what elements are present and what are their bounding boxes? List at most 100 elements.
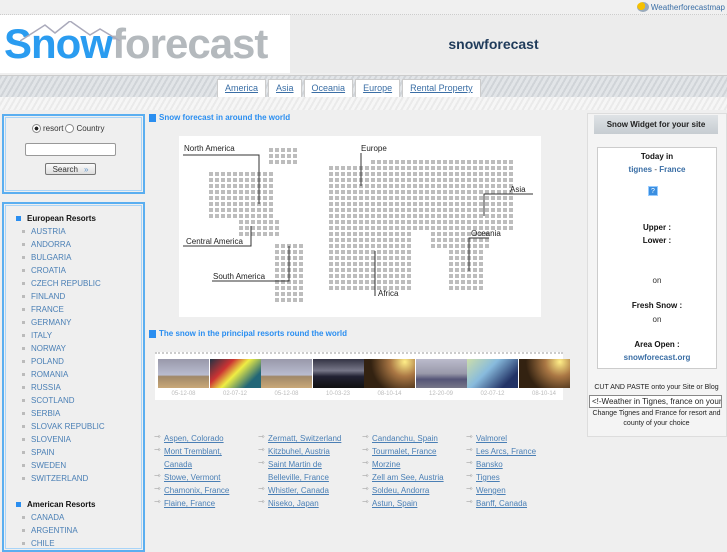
map-dot <box>407 160 411 164</box>
tab-rental-property[interactable]: Rental Property <box>402 79 481 97</box>
resort-link[interactable]: Wengen <box>476 484 554 497</box>
resort-country-link[interactable]: SCOTLAND <box>22 396 75 405</box>
map-dot <box>245 202 249 206</box>
map-dot <box>467 190 471 194</box>
arrow-icon: ⇾ <box>154 445 161 454</box>
resort-link[interactable]: Les Arcs, France <box>476 445 554 458</box>
map-dot <box>383 280 387 284</box>
resort-link[interactable]: Whistler, Canada <box>268 484 346 497</box>
tab-asia[interactable]: Asia <box>268 79 302 97</box>
resort-link[interactable]: Kitzbuhel, Austria <box>268 445 346 458</box>
resort-photo[interactable] <box>312 359 364 388</box>
map-dot <box>461 196 465 200</box>
resort-link[interactable]: Niseko, Japan <box>268 497 346 510</box>
resort-photo[interactable] <box>209 359 261 388</box>
map-dot <box>371 202 375 206</box>
map-dot <box>209 184 213 188</box>
resort-country-link[interactable]: FINLAND <box>22 292 65 301</box>
resort-link[interactable]: Valmorel <box>476 432 554 445</box>
resort-link[interactable]: Chamonix, France <box>164 484 242 497</box>
resort-link[interactable]: Flaine, France <box>164 497 242 510</box>
nav-tabs: America Asia Oceania Europe Rental Prope… <box>217 79 481 97</box>
map-dot <box>431 214 435 218</box>
resort-country-link[interactable]: CROATIA <box>22 266 66 275</box>
resort-link[interactable]: Mont Tremblant, Canada <box>164 445 242 471</box>
map-dot <box>281 250 285 254</box>
resort-photo[interactable] <box>158 359 209 388</box>
map-dot <box>497 202 501 206</box>
resort-link[interactable]: Zell am See, Austria <box>372 471 450 484</box>
country-radio[interactable] <box>65 124 75 133</box>
resort-link[interactable]: Tourmalet, France <box>372 445 450 458</box>
resort-photo[interactable] <box>415 359 467 388</box>
map-dot <box>377 232 381 236</box>
tab-america[interactable]: America <box>217 79 267 97</box>
resort-link[interactable]: Tignes <box>476 471 554 484</box>
resort-country-link[interactable]: CANADA <box>22 513 64 522</box>
tab-europe[interactable]: Europe <box>355 79 401 97</box>
resort-country-link[interactable]: ITALY <box>22 331 52 340</box>
resort-link[interactable]: Morzine <box>372 458 450 471</box>
resort-link[interactable]: Astun, Spain <box>372 497 450 510</box>
resort-link[interactable]: Aspen, Colorado <box>164 432 242 445</box>
resort-link[interactable]: Saint Martin de Belleville, France <box>268 458 346 484</box>
search-button[interactable]: Search » <box>45 163 96 175</box>
resort-photo[interactable] <box>518 359 570 388</box>
resort-country-link[interactable]: SWEDEN <box>22 461 66 470</box>
photo-date: 05-12-08 <box>171 391 196 397</box>
resort-country-link[interactable]: SPAIN <box>22 448 54 457</box>
resort-link[interactable]: Soldeu, Andorra <box>372 484 450 497</box>
map-dot <box>275 268 279 272</box>
world-map[interactable]: North America Europe Asia Central Americ… <box>179 136 541 317</box>
resort-country-link[interactable]: SLOVAK REPUBLIC <box>22 422 105 431</box>
resort-link[interactable]: Bansko <box>476 458 554 471</box>
country-link[interactable]: France <box>659 165 685 174</box>
separator: - <box>654 165 657 174</box>
resort-photo[interactable] <box>261 359 312 388</box>
resort-country-link[interactable]: NORWAY <box>22 344 66 353</box>
resort-country-link[interactable]: BULGARIA <box>22 253 71 262</box>
resort-country-link[interactable]: CZECH REPUBLIC <box>22 279 101 288</box>
map-dot <box>407 166 411 170</box>
map-dot <box>449 262 453 266</box>
resort-photo[interactable] <box>364 359 415 388</box>
resort-link[interactable]: Banff, Canada <box>476 497 554 510</box>
tab-oceania[interactable]: Oceania <box>303 79 354 97</box>
resort-country-link[interactable]: SWITZERLAND <box>22 474 88 483</box>
map-dot <box>461 184 465 188</box>
resort-link[interactable]: Candanchu, Spain <box>372 432 450 445</box>
resort-country-link[interactable]: RUSSIA <box>22 383 61 392</box>
resort-country-link[interactable]: FRANCE <box>22 305 64 314</box>
resort-country-link[interactable]: SLOVENIA <box>22 435 71 444</box>
resort-country-link[interactable]: ANDORRA <box>22 240 71 249</box>
map-dot <box>365 178 369 182</box>
resort-country-link[interactable]: ROMANIA <box>22 370 68 379</box>
weatherforecastmap-link[interactable]: Weatherforecastmap <box>636 2 725 12</box>
search-input[interactable] <box>25 143 116 156</box>
map-dot <box>377 280 381 284</box>
map-dot <box>335 214 339 218</box>
resort-country-link[interactable]: POLAND <box>22 357 64 366</box>
resort-link[interactable]: tignes <box>629 165 653 174</box>
map-dot <box>293 244 297 248</box>
map-dot <box>407 280 411 284</box>
arrow-icon: ⇾ <box>466 458 473 467</box>
map-dot <box>335 202 339 206</box>
resort-radio[interactable] <box>32 124 41 133</box>
resort-country-link[interactable]: AUSTRIA <box>22 227 66 236</box>
widget-code-input[interactable]: <!-Weather in Tignes, france on your <box>589 395 722 408</box>
resort-photo[interactable] <box>467 359 518 388</box>
map-dot <box>425 190 429 194</box>
resort-link[interactable]: Zermatt, Switzerland <box>268 432 346 445</box>
resort-country-link[interactable]: SERBIA <box>22 409 60 418</box>
resort-country-link[interactable]: CHILE <box>22 539 55 548</box>
logo[interactable]: Snow forecast <box>0 15 290 73</box>
map-dot <box>413 166 417 170</box>
resort-link[interactable]: Stowe, Vermont <box>164 471 242 484</box>
snowforecast-link[interactable]: snowforecast.org <box>624 353 691 362</box>
resort-country-link[interactable]: ARGENTINA <box>22 526 78 535</box>
map-dot <box>497 220 501 224</box>
map-dot <box>473 196 477 200</box>
map-dot <box>359 268 363 272</box>
resort-country-link[interactable]: GERMANY <box>22 318 71 327</box>
